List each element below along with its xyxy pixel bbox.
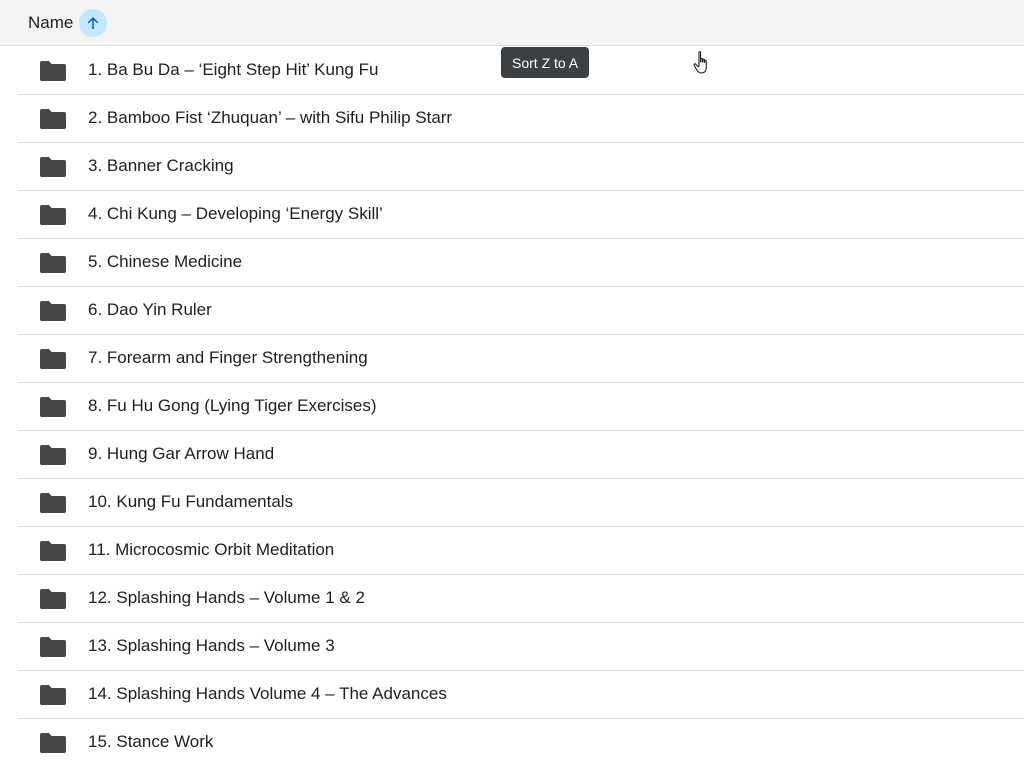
folder-name: 10. Kung Fu Fundamentals	[88, 492, 294, 511]
folder-icon	[40, 205, 66, 225]
list-header: Name	[0, 0, 1024, 46]
arrow-up-icon	[88, 17, 99, 29]
folder-icon	[40, 493, 66, 513]
folder-name: 7. Forearm and Finger Strengthening	[88, 348, 368, 367]
folder-icon	[40, 349, 66, 369]
folder-name: 8. Fu Hu Gong (Lying Tiger Exercises)	[88, 396, 377, 415]
folder-row[interactable]: 14. Splashing Hands Volume 4 – The Advan…	[18, 671, 1024, 719]
folder-name: 11. Microcosmic Orbit Meditation	[88, 540, 335, 559]
folder-name: 14. Splashing Hands Volume 4 – The Advan…	[88, 684, 447, 703]
folder-icon	[40, 253, 66, 273]
hand-pointer-cursor-icon	[693, 51, 707, 74]
folder-name: 1. Ba Bu Da – ‘Eight Step Hit’ Kung Fu	[88, 60, 379, 79]
folder-row[interactable]: 10. Kung Fu Fundamentals	[18, 479, 1024, 527]
folder-icon	[40, 109, 66, 129]
folder-row[interactable]: 4. Chi Kung – Developing ‘Energy Skill’	[18, 191, 1024, 239]
folder-icon	[40, 397, 66, 417]
folder-row[interactable]: 13. Splashing Hands – Volume 3	[18, 623, 1024, 671]
sort-direction-button[interactable]	[79, 9, 108, 37]
folder-icon	[40, 637, 66, 657]
folder-icon	[40, 733, 66, 753]
folder-row[interactable]: 15. Stance Work	[18, 719, 1024, 766]
name-column-header[interactable]: Name	[28, 8, 108, 38]
folder-icon	[40, 541, 66, 561]
folder-row[interactable]: 11. Microcosmic Orbit Meditation	[18, 527, 1024, 575]
folder-icon	[40, 685, 66, 705]
folder-name: 13. Splashing Hands – Volume 3	[88, 636, 335, 655]
folder-row[interactable]: 9. Hung Gar Arrow Hand	[18, 431, 1024, 479]
folder-name: 4. Chi Kung – Developing ‘Energy Skill’	[88, 204, 383, 223]
folder-icon	[40, 445, 66, 465]
folder-icon	[40, 589, 66, 609]
sort-tooltip: Sort Z to A	[501, 47, 590, 78]
folder-row[interactable]: 7. Forearm and Finger Strengthening	[18, 335, 1024, 383]
folder-icon	[40, 61, 66, 81]
folder-row[interactable]: 12. Splashing Hands – Volume 1 & 2	[18, 575, 1024, 623]
sort-tooltip-text: Sort Z to A	[512, 54, 579, 71]
folder-name: 2. Bamboo Fist ‘Zhuquan’ – with Sifu Phi…	[88, 108, 453, 127]
name-column-label: Name	[28, 13, 74, 32]
folder-row[interactable]: 3. Banner Cracking	[18, 143, 1024, 191]
folder-icon	[40, 157, 66, 177]
folder-row[interactable]: 8. Fu Hu Gong (Lying Tiger Exercises)	[18, 383, 1024, 431]
folder-name: 6. Dao Yin Ruler	[88, 300, 212, 319]
folder-name: 9. Hung Gar Arrow Hand	[88, 444, 275, 463]
folder-rows: 1. Ba Bu Da – ‘Eight Step Hit’ Kung Fu 2…	[0, 47, 1024, 766]
file-list: Name Sort Z to A 1. Ba Bu Da – ‘Eight St…	[0, 0, 1024, 768]
folder-name: 3. Banner Cracking	[88, 156, 234, 175]
folder-icon	[40, 301, 66, 321]
folder-name: 12. Splashing Hands – Volume 1 & 2	[88, 588, 365, 607]
folder-name: 15. Stance Work	[88, 732, 214, 751]
folder-row[interactable]: 2. Bamboo Fist ‘Zhuquan’ – with Sifu Phi…	[18, 95, 1024, 143]
folder-row[interactable]: 5. Chinese Medicine	[18, 239, 1024, 287]
folder-row[interactable]: 6. Dao Yin Ruler	[18, 287, 1024, 335]
folder-name: 5. Chinese Medicine	[88, 252, 243, 271]
